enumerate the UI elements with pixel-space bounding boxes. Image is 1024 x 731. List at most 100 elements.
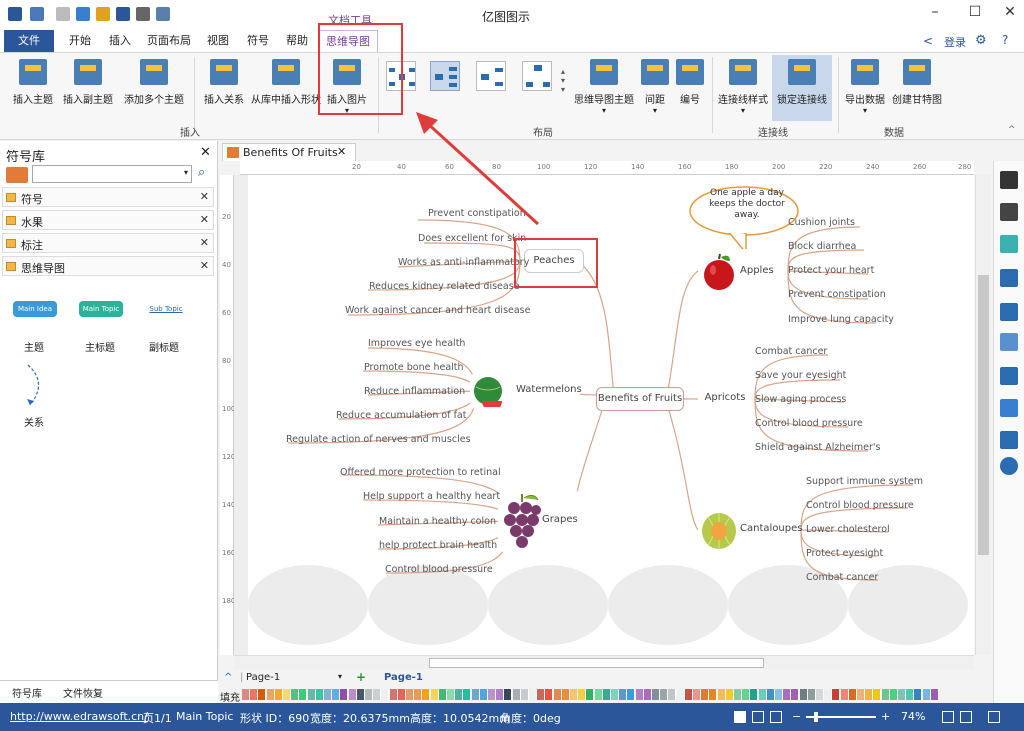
color-swatch[interactable] <box>906 689 915 700</box>
full-screen-icon[interactable] <box>988 711 1000 723</box>
leaf-item[interactable]: Slow aging process <box>755 394 846 405</box>
page-select[interactable]: Page-1 <box>246 672 280 683</box>
leaf-item[interactable]: Maintain a healthy colon <box>379 516 496 527</box>
zoom-slider[interactable] <box>806 712 876 722</box>
topic-apples[interactable]: Apples <box>698 249 778 293</box>
color-swatch[interactable] <box>725 689 734 700</box>
color-swatch[interactable] <box>930 689 939 700</box>
color-swatch[interactable] <box>586 689 595 700</box>
close-icon[interactable]: ✕ <box>200 236 209 249</box>
color-swatch[interactable] <box>266 689 275 700</box>
color-swatch[interactable] <box>340 689 349 700</box>
leaf-item[interactable]: Combat cancer <box>755 346 827 357</box>
color-swatch[interactable] <box>553 689 562 700</box>
export-icon[interactable] <box>156 7 170 21</box>
leaf-item[interactable]: Reduce inflammation <box>364 386 465 397</box>
leaf-item[interactable]: Improve lung capacity <box>788 314 894 325</box>
mindmap-theme-button[interactable]: 思维导图主题 ▾ <box>572 57 636 115</box>
view-page-icon[interactable] <box>770 711 782 723</box>
color-swatch[interactable] <box>430 689 439 700</box>
color-swatch[interactable] <box>545 689 554 700</box>
minimize-icon[interactable]: – <box>920 4 950 24</box>
color-swatch[interactable] <box>438 689 447 700</box>
color-swatch[interactable] <box>889 689 898 700</box>
close-icon[interactable]: ✕ <box>200 190 209 203</box>
color-swatch[interactable] <box>356 689 365 700</box>
color-swatch[interactable] <box>324 689 332 700</box>
color-swatch[interactable] <box>537 689 546 700</box>
tab-insert[interactable]: 插入 <box>102 30 138 52</box>
fit-width-icon[interactable] <box>960 711 972 723</box>
scroll-thumb[interactable] <box>978 275 989 555</box>
color-swatch[interactable] <box>750 689 759 700</box>
color-swatch[interactable] <box>693 689 701 700</box>
numbering-button[interactable]: 编号 <box>674 57 706 106</box>
view-fit-icon[interactable] <box>752 711 764 723</box>
color-swatch[interactable] <box>258 689 267 700</box>
shadow-icon[interactable] <box>1000 235 1018 253</box>
leaf-item[interactable]: Save your eyesight <box>755 370 846 381</box>
leaf-item[interactable]: Work against cancer and heart disease <box>345 305 530 316</box>
shape-sub-topic[interactable]: Sub Topic <box>144 301 188 317</box>
color-swatch[interactable] <box>250 689 259 700</box>
close-icon[interactable]: ✕ <box>995 4 1024 24</box>
leaf-item[interactable]: Works as anti-inflammatory <box>398 257 529 268</box>
tab-view[interactable]: 视图 <box>200 30 236 52</box>
help-icon[interactable] <box>1000 457 1018 475</box>
layout-right-icon[interactable] <box>430 61 460 91</box>
color-swatch[interactable] <box>873 689 882 700</box>
library-item-callouts[interactable]: 标注 ✕ <box>2 233 214 253</box>
leaf-item[interactable]: Does excellent for skin <box>418 233 526 244</box>
chevron-down-icon[interactable]: ▾ <box>338 672 342 681</box>
color-swatch[interactable] <box>512 689 521 700</box>
color-swatch[interactable] <box>848 689 857 700</box>
library-item-fruits[interactable]: 水果 ✕ <box>2 210 214 230</box>
note-icon[interactable] <box>1000 399 1018 417</box>
color-swatch[interactable] <box>447 689 455 700</box>
drawing-canvas[interactable]: Benefits of Fruits One apple a day keeps… <box>234 175 974 655</box>
color-swatch[interactable] <box>668 689 677 700</box>
help-icon[interactable]: ? <box>1002 33 1008 47</box>
color-swatch[interactable] <box>373 689 382 700</box>
library-menu-icon[interactable] <box>6 167 28 183</box>
tab-page-layout[interactable]: 页面布局 <box>142 30 196 52</box>
add-page-icon[interactable]: + <box>356 670 366 684</box>
leaf-item[interactable]: Protect your heart <box>788 265 874 276</box>
color-swatch[interactable] <box>299 689 308 700</box>
color-swatch[interactable] <box>832 689 841 700</box>
leaf-item[interactable]: Block diarrhea <box>788 241 856 252</box>
color-swatch[interactable] <box>742 689 751 700</box>
topic-apricots[interactable]: Apricots <box>698 387 752 411</box>
color-swatch[interactable] <box>717 689 726 700</box>
leaf-item[interactable]: Offered more protection to retinal <box>340 467 501 478</box>
fill-icon[interactable] <box>1000 171 1018 189</box>
color-swatch[interactable] <box>283 689 291 700</box>
maximize-icon[interactable]: ☐ <box>960 4 990 24</box>
fit-page-icon[interactable] <box>942 711 954 723</box>
color-swatch[interactable] <box>619 689 628 700</box>
color-swatch[interactable] <box>660 689 669 700</box>
color-swatch[interactable] <box>365 689 373 700</box>
color-swatch[interactable] <box>816 689 824 700</box>
color-swatch[interactable] <box>898 689 906 700</box>
insert-subtopic-button[interactable]: 插入副主题 <box>60 57 116 106</box>
tab-file[interactable]: 文件 <box>4 30 54 52</box>
close-icon[interactable]: ✕ <box>200 213 209 226</box>
page-icon[interactable] <box>1000 303 1018 321</box>
login-link[interactable]: 登录 <box>944 34 966 50</box>
export-data-button[interactable]: 导出数据 ▾ <box>842 57 888 115</box>
color-swatch[interactable] <box>799 689 808 700</box>
color-swatch[interactable] <box>701 689 710 700</box>
color-swatch[interactable] <box>791 689 800 700</box>
color-swatch[interactable] <box>488 689 496 700</box>
color-swatch[interactable] <box>914 689 923 700</box>
color-swatch[interactable] <box>397 689 406 700</box>
color-swatch[interactable] <box>315 689 324 700</box>
library-item-mindmap[interactable]: 思维导图 ✕ <box>2 256 214 276</box>
color-swatch[interactable] <box>922 689 931 700</box>
leaf-item[interactable]: Reduce accumulation of fat <box>336 410 466 421</box>
format-icon[interactable] <box>1000 333 1018 351</box>
undo-icon[interactable] <box>30 7 44 21</box>
color-swatch[interactable] <box>389 689 398 700</box>
color-swatch[interactable] <box>307 689 316 700</box>
